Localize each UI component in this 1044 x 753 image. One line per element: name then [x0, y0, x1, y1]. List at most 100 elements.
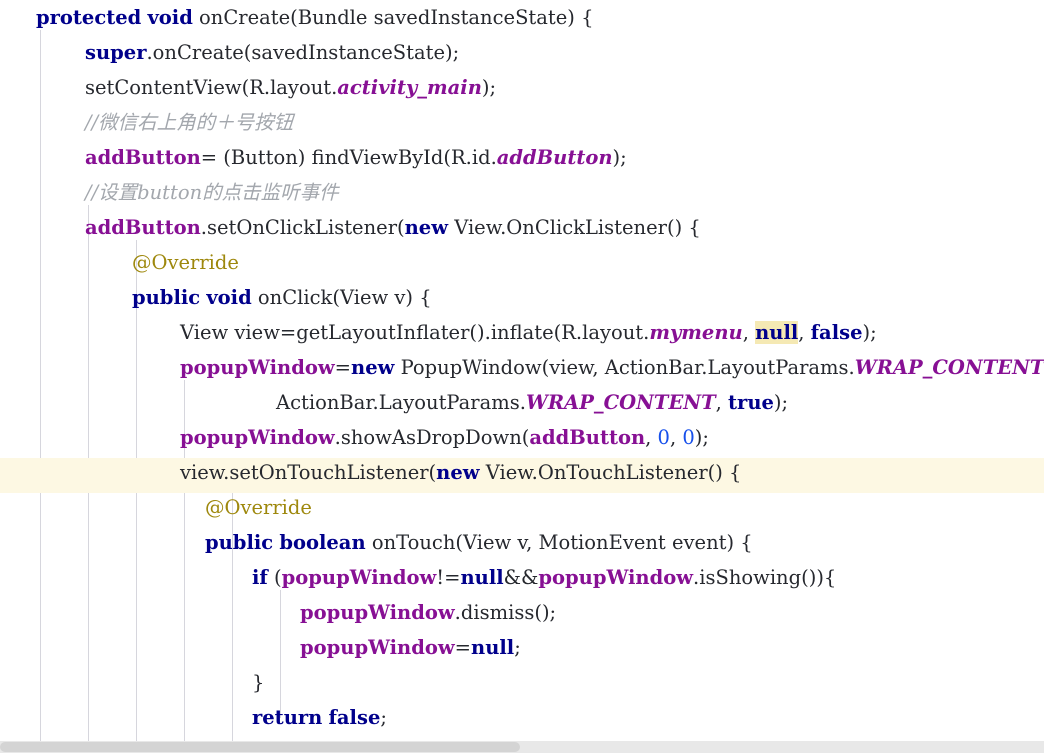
code-token: , — [742, 321, 756, 344]
code-line-text: addButton.setOnClickListener(new View.On… — [85, 210, 701, 245]
code-line-text: @Override — [205, 490, 312, 525]
code-token: 0 — [682, 426, 695, 449]
code-token: boolean — [279, 531, 366, 554]
code-line[interactable]: public void onClick(View v) { — [0, 280, 1044, 315]
code-token: new — [436, 461, 480, 484]
code-token: new — [351, 356, 395, 379]
code-token: .showAsDropDown( — [334, 426, 530, 449]
code-token: //设置button的点击监听事件 — [85, 181, 339, 204]
code-content[interactable]: protected void onCreate(Bundle savedInst… — [0, 0, 1044, 753]
code-token: popupWindow — [300, 601, 455, 624]
code-token: false — [810, 321, 863, 344]
code-line[interactable]: popupWindow=new PopupWindow(view, Action… — [0, 350, 1044, 385]
code-line-text: @Override — [132, 245, 239, 280]
code-line-text: addButton= (Button) findViewById(R.id.ad… — [85, 140, 627, 175]
code-token: , — [715, 391, 729, 414]
code-token: false — [328, 706, 381, 729]
code-token: public — [205, 531, 274, 554]
code-token: protected — [36, 6, 142, 29]
code-line[interactable]: popupWindow.dismiss(); — [0, 595, 1044, 630]
code-line[interactable]: addButton= (Button) findViewById(R.id.ad… — [0, 140, 1044, 175]
code-token: 0 — [657, 426, 670, 449]
code-token: = — [334, 356, 352, 379]
code-line[interactable]: popupWindow.showAsDropDown(addButton, 0,… — [0, 420, 1044, 455]
code-token: , — [798, 321, 811, 344]
code-token: View.OnClickListener() { — [448, 216, 701, 239]
code-line-text: ActionBar.LayoutParams.WRAP_CONTENT, tru… — [276, 385, 788, 420]
code-line-text: super.onCreate(savedInstanceState); — [85, 35, 459, 70]
code-line[interactable]: view.setOnTouchListener(new View.OnTouch… — [0, 455, 1044, 490]
horizontal-scrollbar[interactable] — [0, 741, 1044, 753]
code-line-text: public boolean onTouch(View v, MotionEve… — [205, 525, 753, 560]
code-line-text: popupWindow=new PopupWindow(view, Action… — [180, 350, 1044, 385]
horizontal-scrollbar-thumb[interactable] — [0, 742, 520, 752]
code-token: .onCreate(savedInstanceState); — [146, 41, 460, 64]
code-line-text: } — [252, 665, 264, 700]
code-token: ; — [380, 706, 387, 729]
code-token: , — [645, 426, 658, 449]
code-line[interactable]: super.onCreate(savedInstanceState); — [0, 35, 1044, 70]
code-token: null — [755, 321, 799, 344]
code-token: ); — [694, 426, 709, 449]
code-token: popupWindow — [180, 426, 335, 449]
code-line-text: //微信右上角的＋号按钮 — [85, 105, 293, 140]
code-token: addButton — [85, 146, 201, 169]
code-line-text: popupWindow.dismiss(); — [300, 595, 556, 630]
code-line[interactable]: public boolean onTouch(View v, MotionEve… — [0, 525, 1044, 560]
code-token: addButton — [85, 216, 201, 239]
code-line[interactable]: @Override — [0, 245, 1044, 280]
code-token: addButton — [529, 426, 646, 449]
code-token: void — [206, 286, 252, 309]
code-line[interactable]: View view=getLayoutInflater().inflate(R.… — [0, 315, 1044, 350]
code-line[interactable]: //设置button的点击监听事件 — [0, 175, 1044, 210]
code-token: super — [85, 41, 147, 64]
code-token: @Override — [132, 251, 239, 274]
code-token: null — [471, 636, 515, 659]
code-token: .dismiss(); — [454, 601, 557, 624]
code-token: activity_main — [337, 76, 482, 99]
code-token: View view=getLayoutInflater().inflate(R.… — [180, 321, 650, 344]
code-line-text: View view=getLayoutInflater().inflate(R.… — [180, 315, 877, 350]
code-line[interactable]: setContentView(R.layout.activity_main); — [0, 70, 1044, 105]
code-token: View.OnTouchListener() { — [479, 461, 742, 484]
code-token: .setOnClickListener( — [200, 216, 405, 239]
code-token: && — [503, 566, 539, 589]
code-line[interactable]: } — [0, 665, 1044, 700]
code-line[interactable]: if (popupWindow!=null&&popupWindow.isSho… — [0, 560, 1044, 595]
code-token: public — [132, 286, 201, 309]
code-line[interactable]: //微信右上角的＋号按钮 — [0, 105, 1044, 140]
code-token: mymenu — [649, 321, 743, 344]
code-token: return — [252, 706, 323, 729]
code-token: , — [669, 426, 683, 449]
code-token: null — [460, 566, 504, 589]
code-line[interactable]: addButton.setOnClickListener(new View.On… — [0, 210, 1044, 245]
code-token: PopupWindow(view, ActionBar.LayoutParams… — [394, 356, 855, 379]
code-token: @Override — [205, 496, 312, 519]
code-line-text: popupWindow.showAsDropDown(addButton, 0,… — [180, 420, 709, 455]
code-line-text: view.setOnTouchListener(new View.OnTouch… — [180, 455, 741, 490]
code-line[interactable]: return false; — [0, 700, 1044, 735]
code-line-text: return false; — [252, 700, 387, 735]
code-token: popupWindow — [300, 636, 455, 659]
code-token: ); — [481, 76, 497, 99]
code-token: } — [252, 671, 265, 694]
code-line[interactable]: @Override — [0, 490, 1044, 525]
code-token: void — [147, 6, 193, 29]
code-line[interactable]: popupWindow=null; — [0, 630, 1044, 665]
code-token: popupWindow — [538, 566, 694, 589]
code-token: setContentView(R.layout. — [85, 76, 338, 99]
code-token: addButton — [496, 146, 613, 169]
code-token: ActionBar.LayoutParams. — [276, 391, 526, 414]
code-line-text: popupWindow=null; — [300, 630, 521, 665]
code-token: WRAP_CONTENT — [525, 391, 716, 414]
code-token: onTouch(View v, MotionEvent event) { — [365, 531, 753, 554]
code-line[interactable]: ActionBar.LayoutParams.WRAP_CONTENT, tru… — [0, 385, 1044, 420]
code-line[interactable]: protected void onCreate(Bundle savedInst… — [0, 0, 1044, 35]
code-token: ; — [514, 636, 521, 659]
code-token: != — [436, 566, 461, 589]
code-token: true — [728, 391, 774, 414]
code-token: = (Button) findViewById(R.id. — [200, 146, 497, 169]
code-token: view.setOnTouchListener( — [180, 461, 437, 484]
code-token: ( — [267, 566, 282, 589]
code-editor-viewport[interactable]: protected void onCreate(Bundle savedInst… — [0, 0, 1044, 753]
